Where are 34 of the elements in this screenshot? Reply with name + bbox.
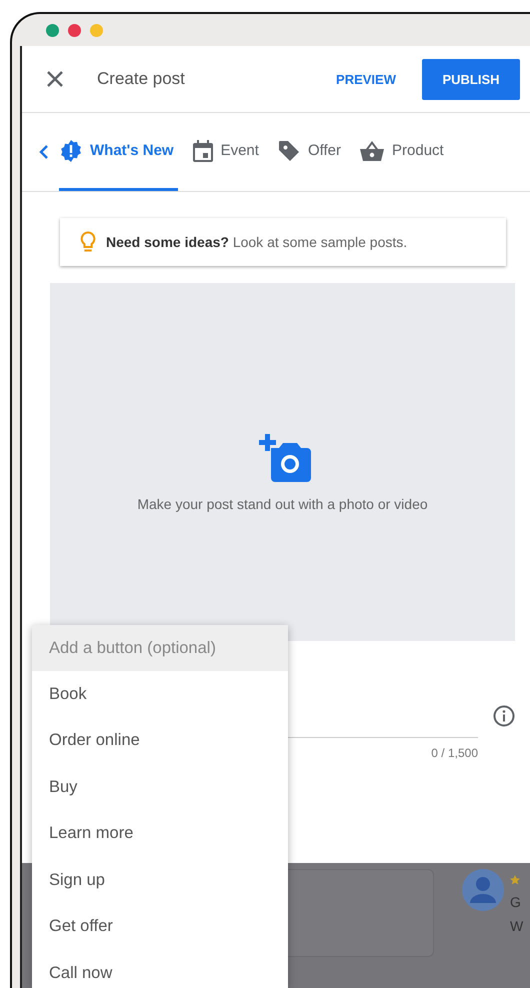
menu-option[interactable]: Buy bbox=[49, 778, 78, 797]
dialog-title: Create post bbox=[97, 69, 185, 89]
avatar-icon bbox=[462, 869, 504, 911]
post-type-tab[interactable]: Product bbox=[359, 113, 448, 191]
info-icon[interactable] bbox=[493, 705, 515, 727]
menu-option[interactable]: Learn more bbox=[49, 824, 134, 844]
review-text: W bbox=[510, 919, 524, 933]
chevron-left-icon[interactable] bbox=[39, 144, 49, 160]
close-icon[interactable] bbox=[46, 70, 64, 88]
review-text: G bbox=[510, 895, 522, 909]
basket-icon bbox=[359, 138, 386, 162]
add-photo-icon bbox=[258, 434, 312, 484]
post-type-tab[interactable]: Offer bbox=[276, 113, 346, 191]
badge-alert-icon bbox=[59, 138, 83, 162]
window-control[interactable] bbox=[46, 24, 59, 36]
tip-text: Need some ideas? Look at some sample posts. bbox=[106, 234, 408, 250]
menu-option[interactable]: Book bbox=[49, 684, 87, 704]
post-type-tab[interactable]: Event bbox=[192, 113, 263, 191]
preview-button[interactable]: PREVIEW bbox=[336, 68, 396, 90]
menu-option[interactable]: Sign up bbox=[49, 870, 105, 890]
menu-option[interactable]: Call now bbox=[49, 964, 112, 983]
publish-button[interactable]: PUBLISH bbox=[422, 58, 520, 100]
window-control[interactable] bbox=[68, 24, 81, 36]
calendar-icon bbox=[192, 138, 214, 162]
upload-prompt: Make your post stand out with a photo or video bbox=[137, 496, 428, 512]
tag-icon bbox=[276, 138, 301, 162]
star-icon bbox=[510, 875, 520, 885]
menu-option[interactable]: Order online bbox=[49, 731, 140, 750]
lightbulb-icon bbox=[80, 231, 96, 253]
post-type-tab[interactable]: What's New bbox=[59, 113, 178, 191]
tip-card[interactable]: Need some ideas? Look at some sample posts. bbox=[60, 218, 506, 266]
menu-option[interactable]: Get offer bbox=[49, 917, 113, 936]
character-counter: 0 / 1,500 bbox=[431, 746, 478, 760]
media-upload-area[interactable]: Make your post stand out with a photo or video bbox=[50, 283, 515, 641]
